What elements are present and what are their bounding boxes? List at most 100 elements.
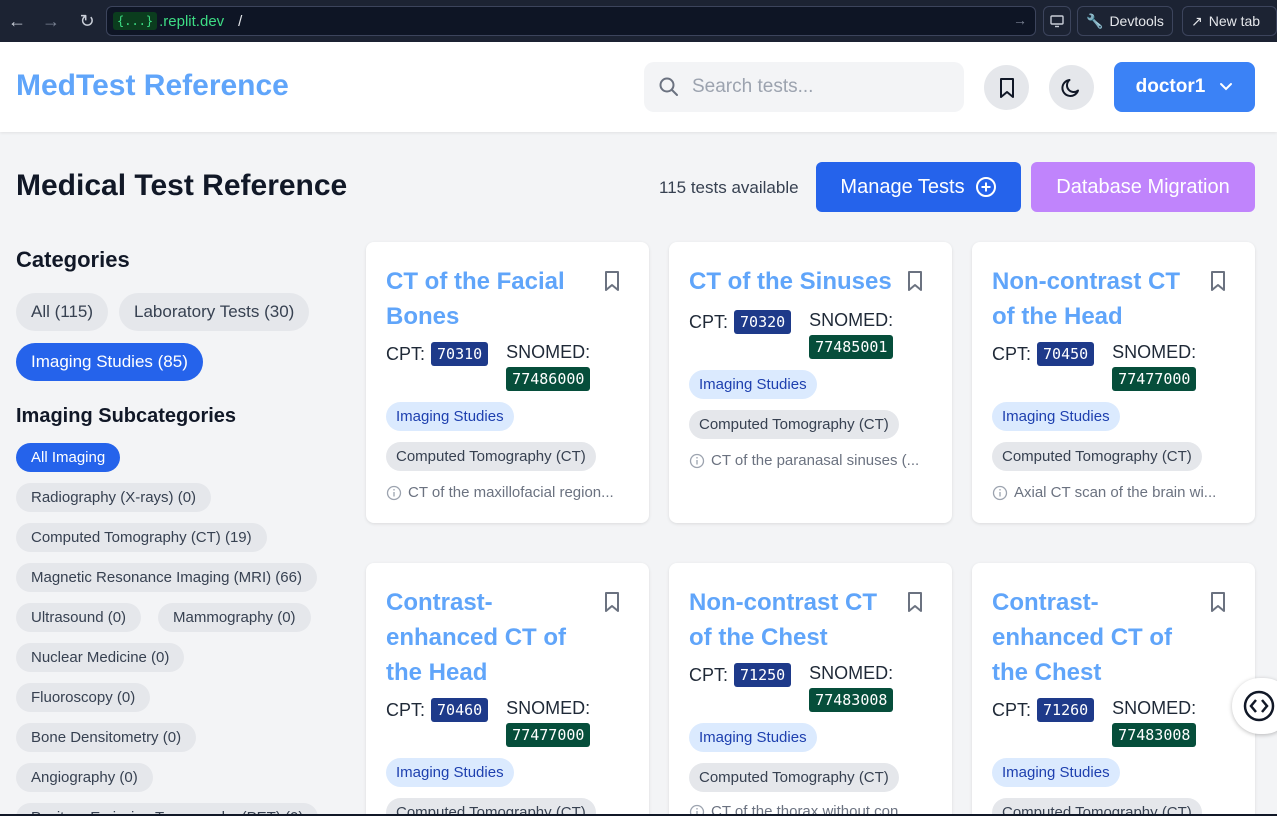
wrench-icon: 🔧: [1086, 12, 1104, 29]
test-title[interactable]: Contrast-enhanced CT of the Chest: [992, 585, 1192, 690]
category-tag: Imaging Studies: [386, 402, 514, 431]
bookmark-icon[interactable]: [603, 591, 621, 618]
search-box[interactable]: [644, 62, 964, 112]
codes-row: CPT: 71250 SNOMED: 77483008: [689, 663, 938, 712]
bookmark-icon[interactable]: [906, 270, 924, 297]
forward-arrow-icon[interactable]: →: [36, 6, 66, 36]
code-brackets-icon: [1243, 690, 1275, 722]
test-description: Axial CT scan of the brain wi...: [992, 484, 1237, 501]
page-title: Medical Test Reference: [16, 169, 348, 202]
subcategory-fluoroscopy[interactable]: Fluoroscopy (0): [16, 683, 151, 712]
snomed-label: SNOMED:: [1112, 342, 1197, 362]
bookmark-icon[interactable]: [1209, 270, 1227, 297]
subcategory-ultrasound[interactable]: Ultrasound (0): [16, 603, 142, 632]
browser-toolbar: ← → ↻ {...} .replit.dev / → 🔧 Devtools ↗…: [0, 0, 1277, 42]
test-card[interactable]: Contrast-enhanced CT of the Chest CPT: 7…: [972, 563, 1255, 816]
screen-icon[interactable]: [1043, 6, 1071, 36]
address-bar[interactable]: {...} .replit.dev / →: [106, 6, 1036, 36]
category-all[interactable]: All (115): [16, 293, 109, 331]
test-title[interactable]: CT of the Sinuses: [689, 264, 899, 299]
snomed-code: 77483008: [809, 688, 894, 712]
subcategory-mammography[interactable]: Mammography (0): [158, 603, 311, 632]
subcategory-bone-densitometry[interactable]: Bone Densitometry (0): [16, 723, 197, 752]
codes-row: CPT: 70320 SNOMED: 77485001: [689, 310, 938, 359]
reload-icon[interactable]: ↻: [72, 6, 102, 36]
cpt-label: CPT:: [992, 344, 1032, 364]
bookmarks-button[interactable]: [984, 65, 1029, 110]
subcategory-tag: Computed Tomography (CT): [992, 442, 1202, 471]
snomed-label: SNOMED:: [809, 663, 894, 683]
cpt-label: CPT:: [386, 344, 426, 364]
category-laboratory[interactable]: Laboratory Tests (30): [119, 293, 310, 331]
snomed-code: 77477000: [1112, 367, 1197, 391]
cpt-label: CPT:: [386, 700, 426, 720]
database-migration-button[interactable]: Database Migration: [1031, 162, 1255, 212]
brand-title[interactable]: MedTest Reference: [16, 69, 289, 103]
test-description: CT of the paranasal sinuses (...: [689, 452, 934, 469]
test-title[interactable]: Non-contrast CT of the Head: [992, 264, 1192, 334]
bookmark-icon[interactable]: [1209, 591, 1227, 618]
app-header: MedTest Reference doctor1: [0, 42, 1277, 132]
new-tab-label: New tab: [1208, 13, 1261, 29]
back-arrow-icon[interactable]: ←: [2, 6, 32, 36]
subcategory-radiography[interactable]: Radiography (X-rays) (0): [16, 483, 212, 512]
cpt-label: CPT:: [689, 312, 729, 332]
category-tag: Imaging Studies: [992, 402, 1120, 431]
test-card[interactable]: Contrast-enhanced CT of the Head CPT: 70…: [366, 563, 649, 816]
test-card[interactable]: CT of the Facial Bones CPT: 70310 SNOMED…: [366, 242, 649, 523]
subcategory-tag: Computed Tomography (CT): [386, 442, 596, 471]
test-count: 115 tests available: [659, 178, 799, 197]
devtools-button[interactable]: 🔧 Devtools: [1077, 6, 1173, 36]
snomed-code: 77486000: [506, 367, 591, 391]
user-menu-button[interactable]: doctor1: [1114, 62, 1255, 112]
test-card[interactable]: Non-contrast CT of the Head CPT: 70450 S…: [972, 242, 1255, 523]
subcategory-nuclear-medicine[interactable]: Nuclear Medicine (0): [16, 643, 185, 672]
test-title[interactable]: Contrast-enhanced CT of the Head: [386, 585, 586, 690]
subcategory-tag: Computed Tomography (CT): [689, 763, 899, 792]
snomed-code: 77477000: [506, 723, 591, 747]
cpt-code: 70460: [431, 698, 489, 722]
external-link-icon: ↗: [1191, 12, 1203, 29]
cpt-code: 70320: [734, 310, 792, 334]
test-card[interactable]: CT of the Sinuses CPT: 70320 SNOMED: 7748…: [669, 242, 952, 523]
cpt-label: CPT:: [992, 700, 1032, 720]
snomed-label: SNOMED:: [506, 698, 591, 718]
search-input[interactable]: [692, 76, 942, 98]
info-icon: [992, 485, 1008, 500]
snomed-label: SNOMED:: [506, 342, 591, 362]
description-text: CT of the paranasal sinuses (...: [711, 452, 920, 469]
subcategory-mri[interactable]: Magnetic Resonance Imaging (MRI) (66): [16, 563, 317, 592]
dark-mode-toggle[interactable]: [1049, 65, 1094, 110]
username: doctor1: [1135, 76, 1206, 97]
subcategory-ct[interactable]: Computed Tomography (CT) (19): [16, 523, 267, 552]
category-tag: Imaging Studies: [689, 370, 817, 399]
cpt-code: 71260: [1037, 698, 1095, 722]
test-title[interactable]: Non-contrast CT of the Chest: [689, 585, 889, 655]
bookmark-icon[interactable]: [603, 270, 621, 297]
manage-tests-button[interactable]: Manage Tests: [816, 162, 1021, 212]
bookmark-icon[interactable]: [906, 591, 924, 618]
cpt-code: 70310: [431, 342, 489, 366]
go-arrow-icon[interactable]: →: [1013, 12, 1027, 28]
bookmark-icon: [999, 77, 1014, 98]
cpt-code: 70450: [1037, 342, 1095, 366]
codes-row: CPT: 71260 SNOMED: 77483008: [992, 698, 1241, 747]
new-tab-button[interactable]: ↗ New tab: [1182, 6, 1277, 36]
snomed-code: 77483008: [1112, 723, 1197, 747]
category-imaging[interactable]: Imaging Studies (85): [16, 343, 203, 381]
snomed-code: 77485001: [809, 335, 894, 359]
info-icon: [689, 453, 705, 468]
test-title[interactable]: CT of the Facial Bones: [386, 264, 586, 334]
test-card[interactable]: Non-contrast CT of the Chest CPT: 71250 …: [669, 563, 952, 816]
plus-circle-icon: [975, 177, 996, 197]
devtools-label: Devtools: [1109, 13, 1164, 29]
moon-icon: [1060, 78, 1079, 97]
category-tag: Imaging Studies: [689, 723, 817, 752]
search-icon: [659, 77, 678, 96]
url-path: /: [238, 12, 243, 30]
subcategory-all-imaging[interactable]: All Imaging: [16, 443, 121, 472]
snomed-label: SNOMED:: [1112, 698, 1197, 718]
imaging-subcategories-heading: Imaging Subcategories: [16, 405, 237, 427]
subcategory-angiography[interactable]: Angiography (0): [16, 763, 153, 792]
cpt-code: 71250: [734, 663, 792, 687]
